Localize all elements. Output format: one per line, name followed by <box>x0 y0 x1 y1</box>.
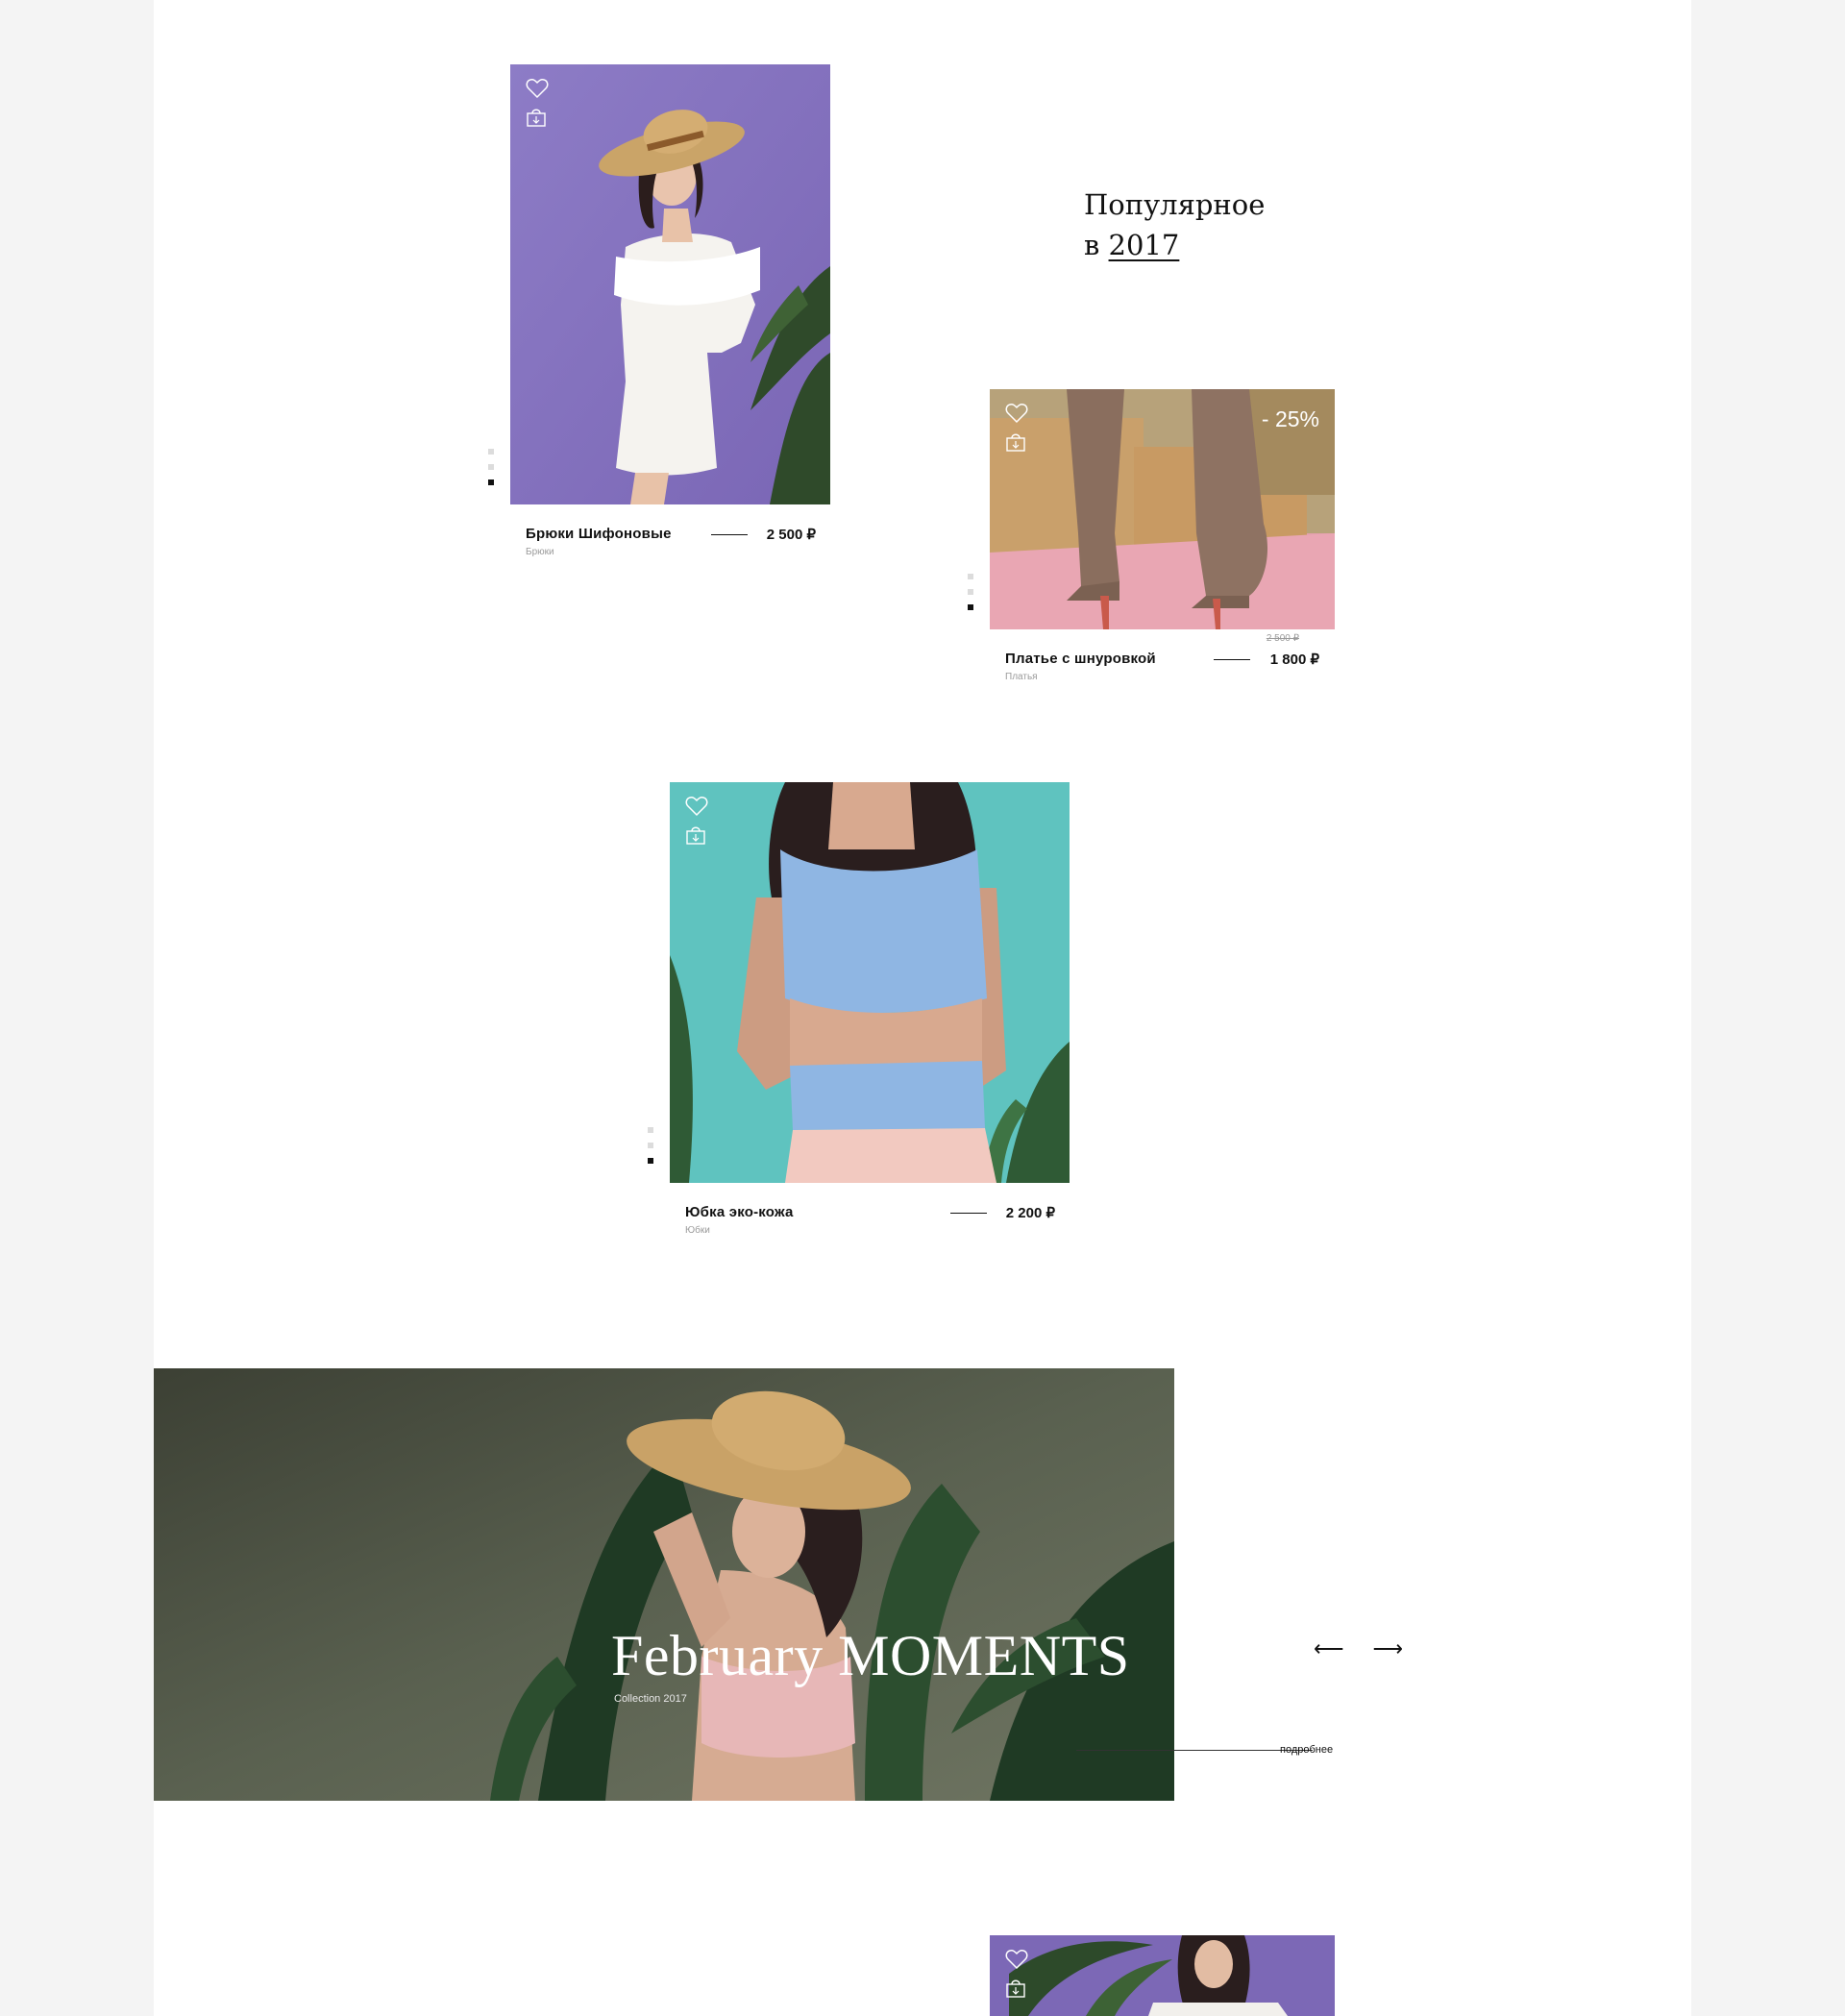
arrow-right-icon[interactable]: ⟶ <box>1373 1638 1404 1660</box>
product-name[interactable]: Юбка эко-кожа <box>685 1204 794 1220</box>
product-category: Брюки <box>526 547 554 557</box>
slider-dot[interactable] <box>488 464 494 470</box>
bag-icon[interactable] <box>1005 431 1026 453</box>
more-link[interactable]: подробнее <box>1280 1744 1333 1756</box>
slider-dot[interactable] <box>968 574 973 579</box>
card-actions <box>1005 403 1028 453</box>
product-image-1[interactable] <box>510 64 830 504</box>
more-divider <box>1076 1750 1313 1751</box>
price-divider <box>1214 659 1250 660</box>
heart-icon[interactable] <box>1005 1949 1028 1970</box>
product-price: 2 200 ₽ <box>1005 1205 1055 1221</box>
card-actions <box>526 78 549 128</box>
section-heading: Популярное в 2017 <box>1084 184 1265 265</box>
slider-dots-1[interactable] <box>488 449 494 485</box>
product-image-4[interactable] <box>990 1935 1335 2016</box>
price-divider <box>711 534 748 535</box>
product-image-2[interactable]: - 25% <box>990 389 1335 629</box>
product-info-2: Платье с шнуровкой Платья 2 500 ₽ 1 800 … <box>1005 633 1319 689</box>
slider-dot[interactable] <box>648 1143 653 1148</box>
arrow-left-icon[interactable]: ⟵ <box>1314 1638 1344 1660</box>
card-actions <box>685 796 708 846</box>
product-image-3[interactable] <box>670 782 1070 1183</box>
bag-icon[interactable] <box>1005 1978 1026 1999</box>
product-price: 1 800 ₽ <box>1269 652 1319 668</box>
product-old-price: 2 500 ₽ <box>1266 633 1299 644</box>
product-info-1: Брюки Шифоновые Брюки 2 500 ₽ <box>526 526 816 564</box>
card-actions <box>1005 1949 1028 1999</box>
page: Брюки Шифоновые Брюки 2 500 ₽ Популярное… <box>154 0 1691 2016</box>
banner-subtitle: Collection 2017 <box>614 1693 687 1705</box>
banner-title: February MOMENTS <box>611 1624 1130 1687</box>
heart-icon[interactable] <box>1005 403 1028 424</box>
bag-icon[interactable] <box>685 824 706 846</box>
bag-icon[interactable] <box>526 107 547 128</box>
slider-dot-active[interactable] <box>968 604 973 610</box>
product-photo-4 <box>990 1935 1335 2016</box>
product-photo-1 <box>510 64 830 504</box>
slider-dot[interactable] <box>648 1127 653 1133</box>
product-category: Платья <box>1005 672 1038 682</box>
heart-icon[interactable] <box>526 78 549 99</box>
heading-line-2: в 2017 <box>1084 225 1265 265</box>
slider-dots-2[interactable] <box>968 574 973 610</box>
slider-dot[interactable] <box>968 589 973 595</box>
heart-icon[interactable] <box>685 796 708 817</box>
slider-dot-active[interactable] <box>488 479 494 485</box>
heading-line-1: Популярное <box>1084 188 1266 221</box>
price-divider <box>950 1213 987 1214</box>
slider-dot[interactable] <box>488 449 494 455</box>
product-price: 2 500 ₽ <box>766 527 816 543</box>
banner-arrows: ⟵ ⟶ <box>1314 1638 1404 1660</box>
product-info-3: Юбка эко-кожа Юбки 2 200 ₽ <box>685 1204 1055 1242</box>
product-category: Юбки <box>685 1225 710 1236</box>
heading-year: 2017 <box>1108 229 1180 261</box>
slider-dots-3[interactable] <box>648 1127 653 1164</box>
product-name[interactable]: Платье с шнуровкой <box>1005 651 1156 667</box>
collection-banner[interactable]: February MOMENTS Collection 2017 <box>154 1368 1174 1801</box>
slider-dot-active[interactable] <box>648 1158 653 1164</box>
product-name[interactable]: Брюки Шифоновые <box>526 526 672 542</box>
discount-badge: - 25% <box>1261 406 1319 431</box>
banner-photo <box>154 1368 1174 1801</box>
heading-prefix: в <box>1084 229 1100 261</box>
product-photo-3 <box>670 782 1070 1183</box>
